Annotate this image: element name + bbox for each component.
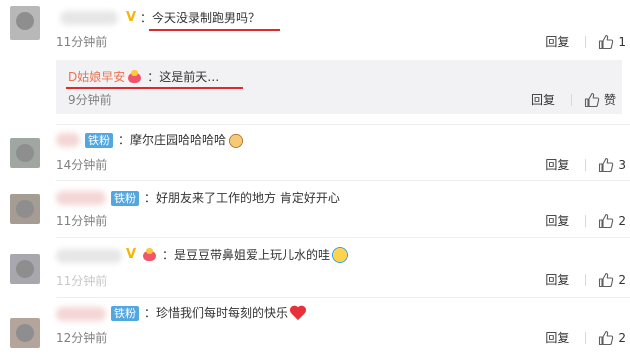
comment-text: ：是豆豆带鼻姐爱上玩儿水的哇 bbox=[162, 248, 331, 262]
reply-button[interactable]: 回复 bbox=[545, 272, 569, 288]
like-count: 2 bbox=[618, 331, 626, 345]
red-underline bbox=[149, 29, 280, 31]
like-count: 2 bbox=[618, 273, 626, 287]
member-crown-icon bbox=[127, 70, 143, 84]
comment-divider bbox=[56, 180, 630, 181]
action-separator bbox=[585, 274, 587, 286]
comment-actions: 回复 3 bbox=[545, 157, 626, 173]
like-label: 赞 bbox=[603, 93, 616, 107]
comment-line: 铁粉 ：好朋友来了工作的地方 肯定好开心 bbox=[108, 189, 340, 207]
action-separator bbox=[585, 159, 587, 171]
like-button[interactable]: 赞 bbox=[584, 92, 616, 108]
blurred-username bbox=[60, 11, 118, 25]
thumbs-up-icon bbox=[584, 92, 600, 108]
comment-text: ：今天没录制跑男吗？ bbox=[140, 11, 261, 25]
avatar[interactable] bbox=[10, 254, 40, 284]
reply-text: ：这是前天… bbox=[147, 70, 220, 84]
comment-text: ：摩尔庄园哈哈哈哈 bbox=[118, 133, 227, 147]
comment-line: V ：今天没录制跑男吗？ bbox=[124, 9, 260, 27]
action-separator bbox=[585, 332, 587, 344]
reply-username[interactable]: D姑娘早安 bbox=[68, 68, 125, 86]
comment-time: 12分钟前 bbox=[56, 331, 108, 345]
blurred-username bbox=[56, 307, 106, 321]
comment-actions: 回复 1 bbox=[545, 34, 626, 50]
comment-time: 11分钟前 bbox=[56, 214, 108, 228]
comment-line: 铁粉 ：摩尔庄园哈哈哈哈 bbox=[82, 131, 246, 149]
comment-line: V ：是豆豆带鼻姐爱上玩儿水的哇 bbox=[124, 246, 350, 264]
cat-emoji-icon bbox=[227, 131, 246, 149]
fan-badge: 铁粉 bbox=[85, 132, 113, 148]
thumbs-up-icon bbox=[598, 213, 614, 229]
thumbs-up-icon bbox=[598, 157, 614, 173]
crying-emoji-icon bbox=[331, 246, 350, 264]
avatar[interactable] bbox=[10, 6, 40, 40]
comment-divider bbox=[56, 297, 630, 298]
comment-actions: 回复 2 bbox=[545, 272, 626, 288]
comment-line: 铁粉 ：珍惜我们每时每刻的快乐 bbox=[108, 304, 307, 322]
like-button[interactable]: 1 bbox=[598, 34, 626, 50]
like-button[interactable]: 2 bbox=[598, 272, 626, 288]
like-button[interactable]: 2 bbox=[598, 330, 626, 346]
blurred-username bbox=[56, 191, 106, 205]
like-count: 1 bbox=[618, 35, 626, 49]
reply-actions: 回复 赞 bbox=[531, 92, 616, 108]
reply-button[interactable]: 回复 bbox=[545, 330, 569, 346]
reply-time: 9分钟前 bbox=[68, 93, 112, 107]
like-button[interactable]: 3 bbox=[598, 157, 626, 173]
comment-actions: 回复 2 bbox=[545, 330, 626, 346]
thumbs-up-icon bbox=[598, 34, 614, 50]
reply-button[interactable]: 回复 bbox=[545, 34, 569, 50]
comment-divider bbox=[56, 124, 630, 125]
comment-time: 11分钟前 bbox=[56, 274, 108, 288]
vip-v-icon: V bbox=[125, 10, 137, 25]
blurred-username bbox=[56, 249, 122, 263]
thumbs-up-icon bbox=[598, 272, 614, 288]
reply-button[interactable]: 回复 bbox=[531, 92, 555, 108]
action-separator bbox=[585, 36, 587, 48]
comment-text: ：珍惜我们每时每刻的快乐 bbox=[144, 306, 289, 320]
fan-badge: 铁粉 bbox=[111, 305, 139, 321]
fan-badge: 铁粉 bbox=[111, 190, 139, 206]
comment-time: 14分钟前 bbox=[56, 158, 108, 172]
like-count: 2 bbox=[618, 214, 626, 228]
reply-button[interactable]: 回复 bbox=[545, 213, 569, 229]
vip-v-icon: V bbox=[125, 247, 137, 262]
avatar[interactable] bbox=[10, 194, 40, 224]
comment-time: 11分钟前 bbox=[56, 35, 108, 49]
reply-line: D姑娘早安 ：这是前天… bbox=[68, 68, 219, 86]
red-underline bbox=[66, 87, 243, 89]
action-separator bbox=[570, 94, 572, 106]
like-button[interactable]: 2 bbox=[598, 213, 626, 229]
thumbs-up-icon bbox=[598, 330, 614, 346]
comment-text: ：好朋友来了工作的地方 肯定好开心 bbox=[144, 191, 340, 205]
like-count: 3 bbox=[618, 158, 626, 172]
heart-emoji-icon bbox=[289, 305, 307, 321]
member-crown-icon bbox=[142, 248, 158, 262]
blurred-username bbox=[56, 133, 80, 147]
comment-actions: 回复 2 bbox=[545, 213, 626, 229]
avatar[interactable] bbox=[10, 318, 40, 348]
reply-button[interactable]: 回复 bbox=[545, 157, 569, 173]
comment-divider bbox=[56, 237, 630, 238]
action-separator bbox=[585, 215, 587, 227]
avatar[interactable] bbox=[10, 138, 40, 168]
